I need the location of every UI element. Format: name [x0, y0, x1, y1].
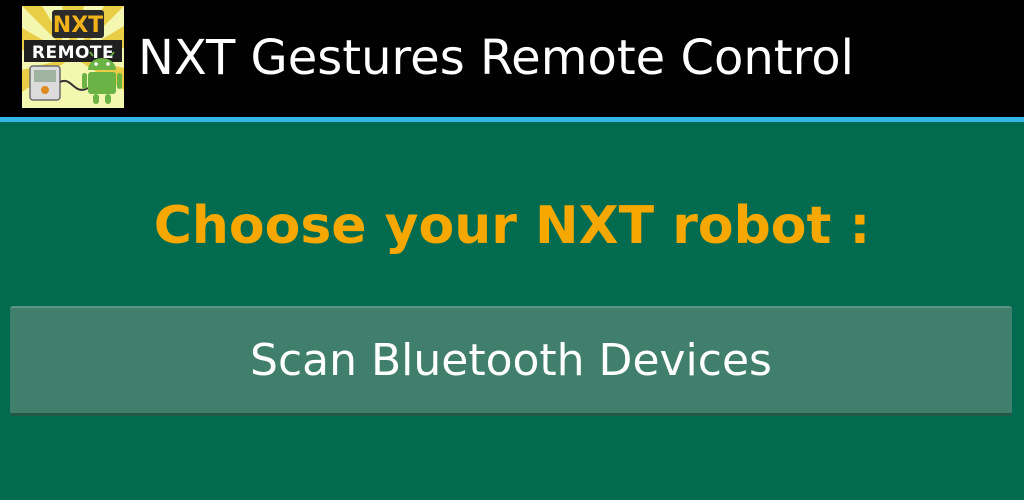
scan-bluetooth-button-label: Scan Bluetooth Devices [250, 334, 772, 386]
choose-robot-heading: Choose your NXT robot : [153, 196, 871, 256]
action-bar: NXT REMOTE NXT Gestures Remote Control [0, 0, 1024, 117]
app-title: NXT Gestures Remote Control [138, 30, 854, 86]
app-logo-icon: NXT REMOTE [22, 6, 124, 108]
main-content: Choose your NXT robot : Scan Bluetooth D… [0, 122, 1024, 500]
svg-text:NXT: NXT [53, 13, 103, 38]
scan-bluetooth-button[interactable]: Scan Bluetooth Devices [10, 306, 1012, 416]
